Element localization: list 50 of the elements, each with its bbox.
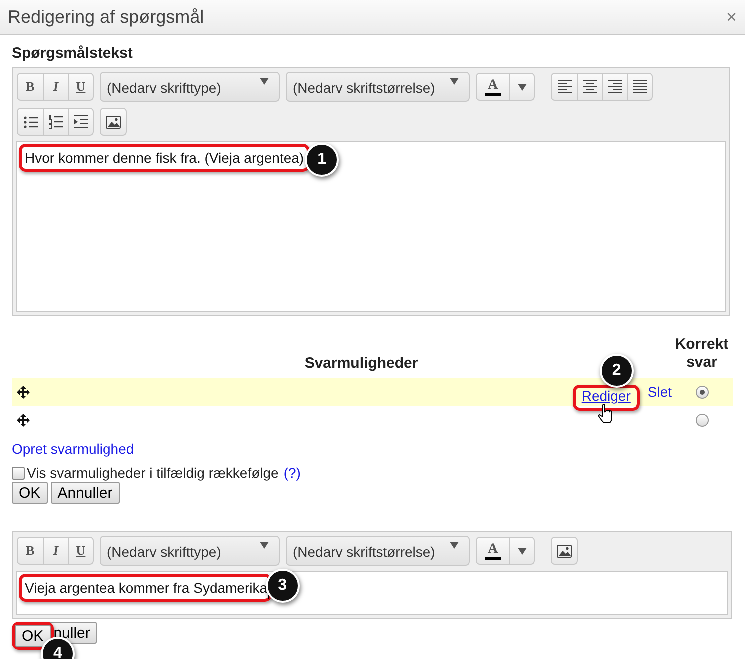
justify-icon	[633, 80, 647, 94]
checkbox-label: Vis svarmuligheder i tilfældig rækkefølge	[27, 465, 279, 481]
dialog-title: Redigering af spørgsmål	[8, 6, 204, 28]
column-header: Korrekt svar	[674, 336, 730, 372]
step-badge: 2	[600, 354, 634, 388]
caret-icon	[450, 78, 459, 85]
editor-text: Hvor kommer denne fisk fra. (Vieja argentea)	[24, 149, 306, 168]
dropdown[interactable]: (Nedarv skriftstørrelse)	[286, 536, 470, 566]
format-button[interactable]: U	[68, 74, 93, 100]
move-icon	[17, 414, 30, 426]
format-button[interactable]: I	[43, 74, 68, 100]
checkbox[interactable]	[12, 466, 25, 480]
caret-icon	[518, 84, 526, 90]
correct-radio[interactable]	[696, 414, 709, 426]
dialog-button[interactable]: Annuller	[50, 482, 120, 504]
caret-icon	[260, 542, 269, 549]
text-color-button[interactable]: A	[477, 74, 509, 100]
align-right-icon	[608, 80, 622, 94]
indent-icon	[74, 115, 88, 129]
caret-icon	[450, 542, 459, 549]
close-button[interactable]: ×	[726, 6, 737, 28]
align-left-icon	[558, 80, 572, 94]
dropdown[interactable]: (Nedarv skriftstørrelse)	[286, 72, 470, 102]
column-header: Svarmuligheder	[304, 355, 418, 372]
section-label: Spørgsmålstekst	[12, 45, 134, 62]
caret-icon	[518, 548, 526, 554]
format-button[interactable]: I	[43, 538, 68, 564]
text-color-button[interactable]: A	[477, 538, 509, 564]
image-icon	[557, 544, 572, 558]
move-icon	[17, 386, 30, 398]
format-button[interactable]: B	[18, 538, 43, 564]
dialog-button[interactable]: OK	[12, 482, 48, 504]
numbered-list-icon	[49, 115, 63, 129]
hand-cursor-icon	[598, 404, 614, 424]
align-center-icon	[583, 80, 597, 94]
format-button[interactable]: B	[18, 74, 43, 100]
edit-link[interactable]: Rediger	[582, 388, 631, 404]
bullet-list-icon	[24, 116, 38, 128]
dropdown[interactable]: (Nedarv skrifttype)	[100, 536, 280, 566]
help-link[interactable]: (?)	[284, 465, 301, 481]
text-area[interactable]: Vieja argentea kommer fra Sydamerika 3	[16, 571, 728, 615]
image-icon	[106, 116, 121, 128]
caret-icon	[260, 78, 269, 85]
add-answer-link[interactable]: Opret svarmulighed	[12, 441, 134, 457]
dropdown[interactable]: (Nedarv skrifttype)	[100, 72, 280, 102]
delete-link[interactable]: Slet	[648, 384, 672, 400]
text-area[interactable]: Hvor kommer denne fisk fra. (Vieja argentea) 1	[16, 141, 726, 312]
format-button[interactable]: U	[68, 538, 93, 564]
step-badge: 1	[305, 143, 340, 177]
dialog-button[interactable]: OK	[15, 625, 51, 647]
